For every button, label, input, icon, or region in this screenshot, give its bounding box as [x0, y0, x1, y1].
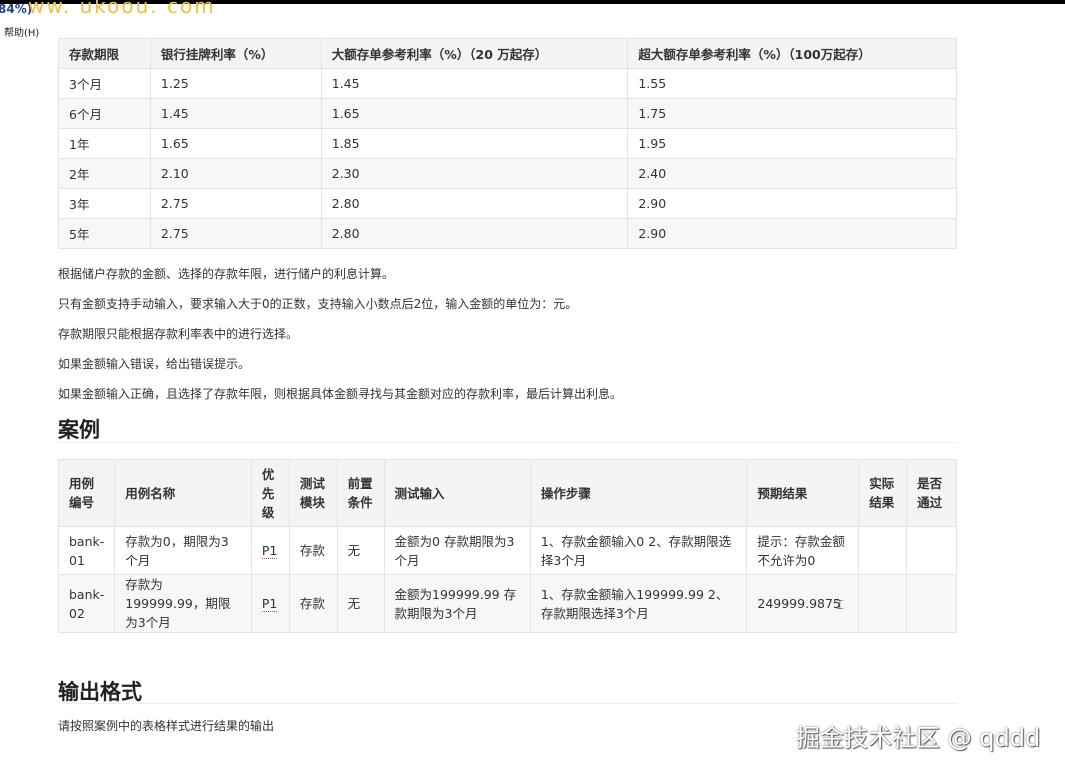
output-heading: 输出格式: [58, 680, 142, 704]
case-table-header: 用例编号 用例名称 优先级 测试模块 前置条件 测试输入 操作步骤 预期结果 实…: [57, 459, 957, 527]
rate-cell: 2.80: [320, 218, 629, 249]
requirement-text: 存款期限只能根据存款利率表中的进行选择。: [58, 327, 299, 341]
case-header-cell: 测试输入: [383, 459, 531, 527]
rate-cell: 6个月: [58, 98, 151, 129]
case-cell: [906, 526, 957, 575]
case-cell: 1、存款金额输入0 2、存款期限选择3个月: [529, 526, 748, 575]
case-cell: 存款: [288, 526, 338, 575]
output-heading-rule: [58, 703, 957, 704]
case-heading-rule: [58, 442, 957, 443]
case-cell: bank-02: [57, 574, 116, 633]
case-cell: 金额为0 存款期限为3个月: [383, 526, 531, 575]
case-cell: 金额为199999.99 存款期限为3个月: [383, 574, 531, 633]
rate-cell: 1.95: [627, 128, 957, 159]
watermark-bottom: 掘金技术社区 @ qddd: [796, 724, 1041, 752]
watermark-top: ww. ukoou. com: [28, 0, 216, 18]
rate-cell: 2.10: [149, 158, 322, 189]
case-cell: 无: [336, 526, 385, 575]
rate-cell: 2年: [58, 158, 151, 189]
case-table: 用例编号 用例名称 优先级 测试模块 前置条件 测试输入 操作步骤 预期结果 实…: [57, 459, 957, 633]
rate-row: 5年 2.75 2.80 2.90: [58, 218, 957, 249]
rate-header-cell: 银行挂牌利率（%）: [149, 38, 322, 69]
case-row: bank-01 存款为0，期限为3个月 P1 存款 无 金额为0 存款期限为3个…: [57, 526, 957, 575]
requirement-text: 如果金额输入正确，且选择了存款年限，则根据具体金额寻找与其金额对应的存款利率，最…: [58, 387, 623, 401]
rate-header-cell: 大额存单参考利率（%）（20 万起存）: [320, 38, 629, 69]
requirement-text: 根据储户存款的金额、选择的存款年限，进行储户的利息计算。: [58, 267, 395, 281]
rate-cell: 3年: [58, 188, 151, 219]
case-header-cell: 用例名称: [114, 459, 252, 527]
priority-label: P1: [261, 543, 278, 559]
case-cell: [906, 574, 957, 633]
case-cell: [858, 574, 908, 633]
priority-label: P1: [261, 596, 278, 612]
case-cell: 存款为0，期限为3个月: [114, 526, 252, 575]
case-cell: P1: [250, 526, 290, 575]
rate-table-header: 存款期限 银行挂牌利率（%） 大额存单参考利率（%）（20 万起存） 超大额存单…: [58, 38, 957, 69]
rate-cell: 1.45: [149, 98, 322, 129]
rate-header-cell: 超大额存单参考利率（%）（100万起存）: [627, 38, 957, 69]
case-heading: 案例: [58, 418, 100, 442]
rate-row: 6个月 1.45 1.65 1.75: [58, 98, 957, 129]
rate-cell: 2.75: [149, 188, 322, 219]
rate-row: 3年 2.75 2.80 2.90: [58, 188, 957, 219]
case-header-cell: 实际结果: [858, 459, 908, 527]
case-cell: 存款为199999.99，期限为3个月: [114, 574, 252, 633]
rate-table: 存款期限 银行挂牌利率（%） 大额存单参考利率（%）（20 万起存） 超大额存单…: [58, 38, 957, 249]
rate-row: 1年 1.65 1.85 1.95: [58, 128, 957, 159]
case-cell: bank-01: [57, 526, 116, 575]
rate-cell: 2.30: [320, 158, 629, 189]
rate-cell: 1.65: [320, 98, 629, 129]
rate-cell: 1.45: [320, 68, 629, 99]
case-header-cell: 优先级: [250, 459, 290, 527]
rate-cell: 5年: [58, 218, 151, 249]
rate-cell: 2.90: [627, 218, 957, 249]
rate-cell: 1.55: [627, 68, 957, 99]
case-header-cell: 前置条件: [336, 459, 385, 527]
case-cell: P1: [250, 574, 290, 633]
case-cell: 无: [336, 574, 385, 633]
case-cell: 存款: [288, 574, 338, 633]
output-text: 请按照案例中的表格样式进行结果的输出: [58, 719, 275, 733]
case-header-cell: 测试模块: [288, 459, 338, 527]
requirement-text: 如果金额输入错误，给出错误提示。: [58, 357, 251, 371]
text-cursor-icon: ⌶: [836, 598, 844, 613]
rate-cell: 1.25: [149, 68, 322, 99]
rate-row: 3个月 1.25 1.45 1.55: [58, 68, 957, 99]
rate-cell: 2.75: [149, 218, 322, 249]
case-header-cell: 预期结果: [746, 459, 860, 527]
case-cell: 1、存款金额输入199999.99 2、存款期限选择3个月: [529, 574, 748, 633]
case-cell: 提示：存款金额不允许为0: [746, 526, 860, 575]
rate-cell: 1.75: [627, 98, 957, 129]
rate-cell: 1.85: [320, 128, 629, 159]
rate-cell: 2.90: [627, 188, 957, 219]
help-menu[interactable]: 帮助(H): [4, 24, 39, 39]
rate-cell: 1.65: [149, 128, 322, 159]
case-cell: [858, 526, 908, 575]
case-header-cell: 是否通过: [906, 459, 957, 527]
rate-cell: 2.80: [320, 188, 629, 219]
rate-cell: 1年: [58, 128, 151, 159]
rate-cell: 3个月: [58, 68, 151, 99]
case-row: bank-02 存款为199999.99，期限为3个月 P1 存款 无 金额为1…: [57, 574, 957, 633]
rate-cell: 2.40: [627, 158, 957, 189]
requirement-text: 只有金额支持手动输入，要求输入大于0的正数，支持输入小数点后2位，输入金额的单位…: [58, 297, 578, 311]
rate-header-cell: 存款期限: [58, 38, 151, 69]
case-header-cell: 用例编号: [57, 459, 116, 527]
case-header-cell: 操作步骤: [529, 459, 748, 527]
rate-row: 2年 2.10 2.30 2.40: [58, 158, 957, 189]
